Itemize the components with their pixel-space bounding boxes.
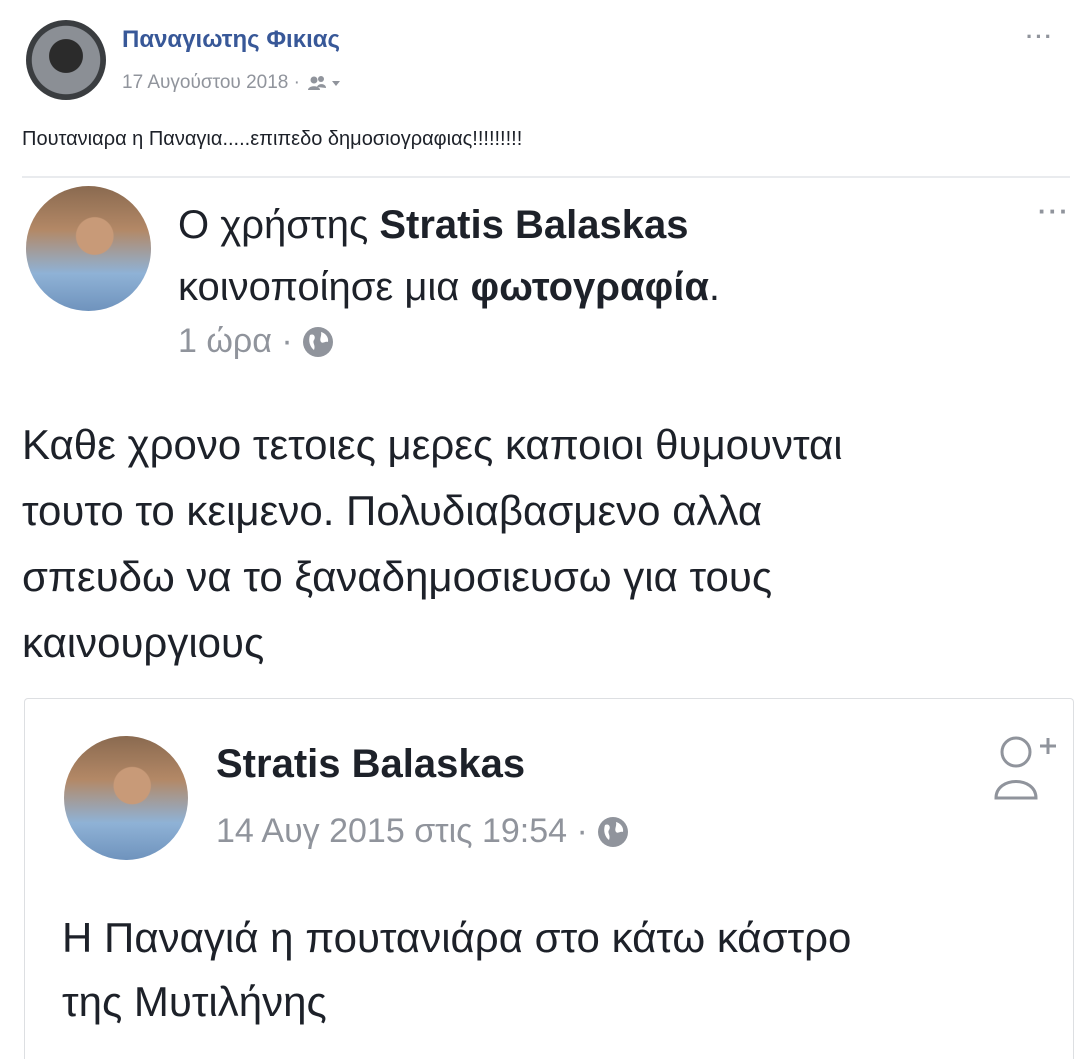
top-post-text: Πουτανιαρα η Παναγια.....επιπεδο δημοσιο… xyxy=(22,128,523,150)
add-friend-icon[interactable] xyxy=(990,728,1060,809)
original-post-date[interactable]: 14 Αυγ 2015 στις 19:54 · xyxy=(216,812,630,851)
shared-header-line1: Ο χρήστης Stratis Balaskas xyxy=(178,194,720,256)
shared-header-period: . xyxy=(708,265,721,309)
shared-header-line2: κοινοποίησε μια φωτογραφία. xyxy=(178,256,720,318)
top-author-avatar[interactable] xyxy=(26,20,106,100)
shared-author-name[interactable]: Stratis Balaskas xyxy=(379,203,688,247)
original-text-line: της Μυτιλήνης xyxy=(62,978,327,1025)
original-author-avatar[interactable] xyxy=(64,736,188,860)
globe-icon[interactable] xyxy=(596,815,630,849)
friends-audience-icon[interactable] xyxy=(306,74,342,92)
original-text-line: Η Παναγιά η πουτανιάρα στο κάτω κάστρο xyxy=(62,914,852,961)
top-post-date-text[interactable]: 17 Αυγούστου 2018 · xyxy=(122,72,300,94)
top-post-date[interactable]: 17 Αυγούστου 2018 · xyxy=(122,72,342,94)
shared-text-line: σπευδω να το ξαναδημοσιευσω για τους xyxy=(22,553,773,600)
shared-post-text: Καθε χρονο τετοιες μερες καποιοι θυμουντ… xyxy=(22,412,1080,676)
shared-post-header: Ο χρήστης Stratis Balaskas κοινοποίησε μ… xyxy=(178,194,720,318)
original-post-text: Η Παναγιά η πουτανιάρα στο κάτω κάστρο τ… xyxy=(62,906,851,1034)
post-divider xyxy=(22,176,1070,178)
shared-header-prefix: Ο χρήστης xyxy=(178,203,380,247)
top-post-more-icon[interactable]: ··· xyxy=(1026,24,1054,50)
shared-text-line: καινουργιους xyxy=(22,619,265,666)
shared-photo-link[interactable]: φωτογραφία xyxy=(471,265,709,309)
shared-post-time-text[interactable]: 1 ώρα · xyxy=(178,322,293,361)
globe-icon[interactable] xyxy=(301,325,335,359)
shared-post-time[interactable]: 1 ώρα · xyxy=(178,322,335,361)
original-post-date-text[interactable]: 14 Αυγ 2015 στις 19:54 · xyxy=(216,812,588,851)
shared-text-line: Καθε χρονο τετοιες μερες καποιοι θυμουντ… xyxy=(22,421,843,468)
shared-text-line: τουτο το κειμενο. Πολυδιαβασμενο αλλα xyxy=(22,487,763,534)
shared-post-more-icon[interactable]: ··· xyxy=(1038,196,1070,227)
top-author-name[interactable]: Παναγιωτης Φικιας xyxy=(122,26,340,54)
shared-author-avatar[interactable] xyxy=(26,186,151,311)
original-author-name[interactable]: Stratis Balaskas xyxy=(216,742,525,787)
shared-header-verb: κοινοποίησε μια xyxy=(178,265,471,309)
